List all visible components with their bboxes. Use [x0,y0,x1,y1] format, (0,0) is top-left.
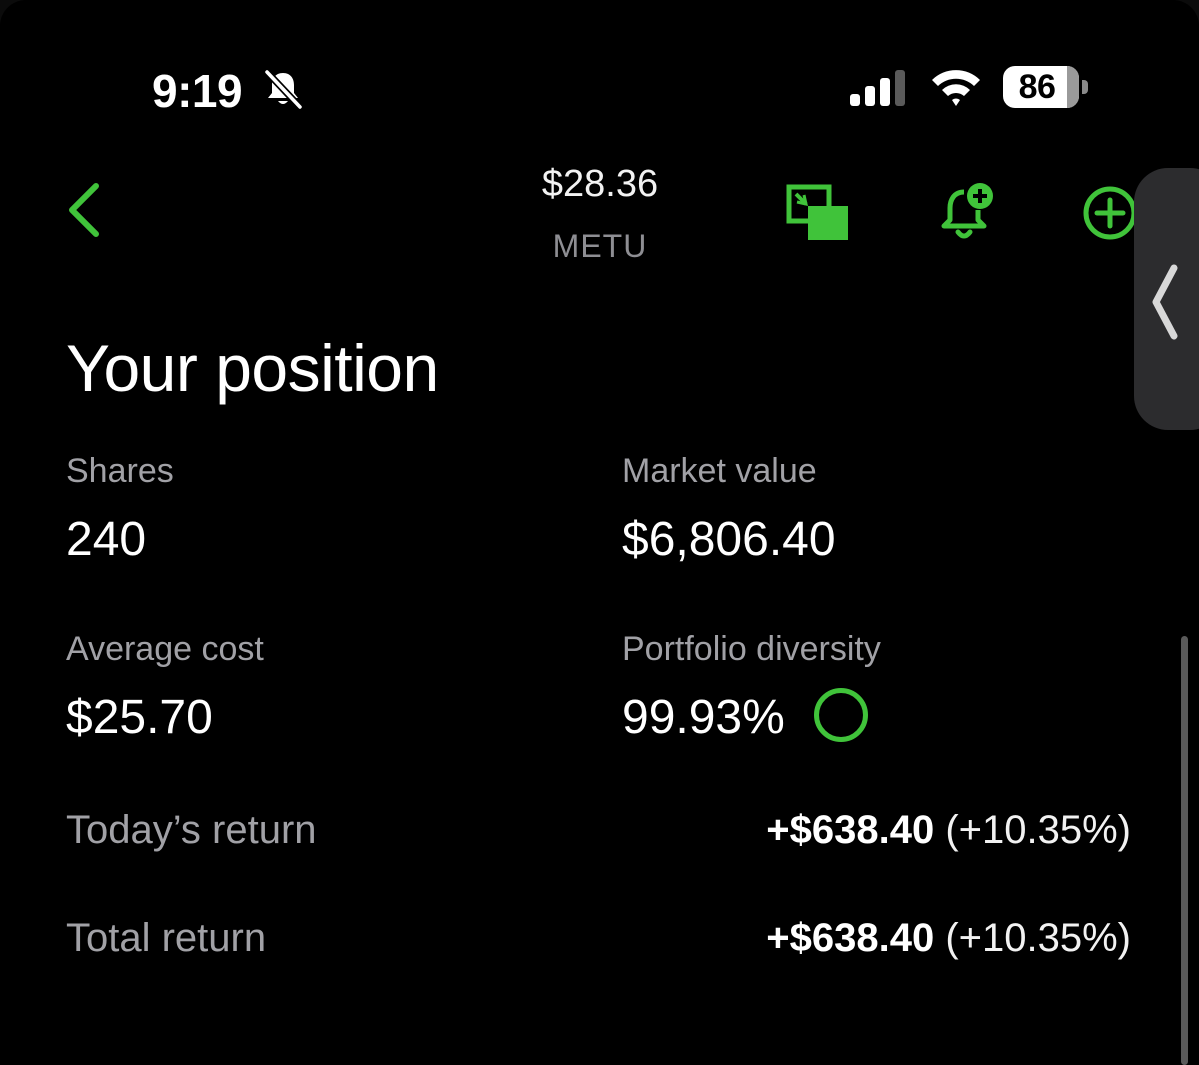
todays-return-percent: (+10.35%) [945,808,1131,852]
app-screen: 9:19 86 $28.36 METU Your position Shares… [0,0,1199,1065]
plus-circle-icon[interactable] [1082,185,1138,241]
picture-in-picture-icon[interactable] [786,184,850,242]
diversity-chart-icon[interactable] [814,688,868,742]
status-time: 9:19 [152,65,243,117]
market-value-label: Market value [622,452,817,490]
total-return-label: Total return [66,916,267,960]
todays-return-value: +$638.40 (+10.35%) [766,808,1131,853]
market-value-value: $6,806.40 [622,513,836,566]
average-cost-label: Average cost [66,630,264,668]
chevron-left-icon [1152,264,1178,340]
section-title: Your position [66,331,439,405]
battery-icon: 86 [1003,66,1089,110]
bell-plus-icon[interactable] [938,180,996,242]
todays-return-amount: +$638.40 [766,808,935,852]
shares-value: 240 [66,513,147,566]
nav-price: $28.36 [541,163,659,205]
battery-level: 86 [1018,67,1056,106]
chevron-left-icon[interactable] [64,180,108,240]
shares-label: Shares [66,452,174,490]
todays-return-label: Today’s return [66,808,317,852]
bell-slash-icon [263,68,304,110]
total-return-amount: +$638.40 [766,916,935,960]
average-cost-value: $25.70 [66,691,213,744]
portfolio-diversity-label: Portfolio diversity [622,630,881,668]
portfolio-diversity-value: 99.93% [622,691,785,744]
total-return-percent: (+10.35%) [945,916,1131,960]
side-panel-handle[interactable] [1134,168,1199,430]
wifi-icon [932,70,980,106]
signal-icon [850,70,905,106]
nav-symbol: METU [552,228,648,264]
total-return-value: +$638.40 (+10.35%) [766,916,1131,961]
scrollbar[interactable] [1181,636,1188,1065]
